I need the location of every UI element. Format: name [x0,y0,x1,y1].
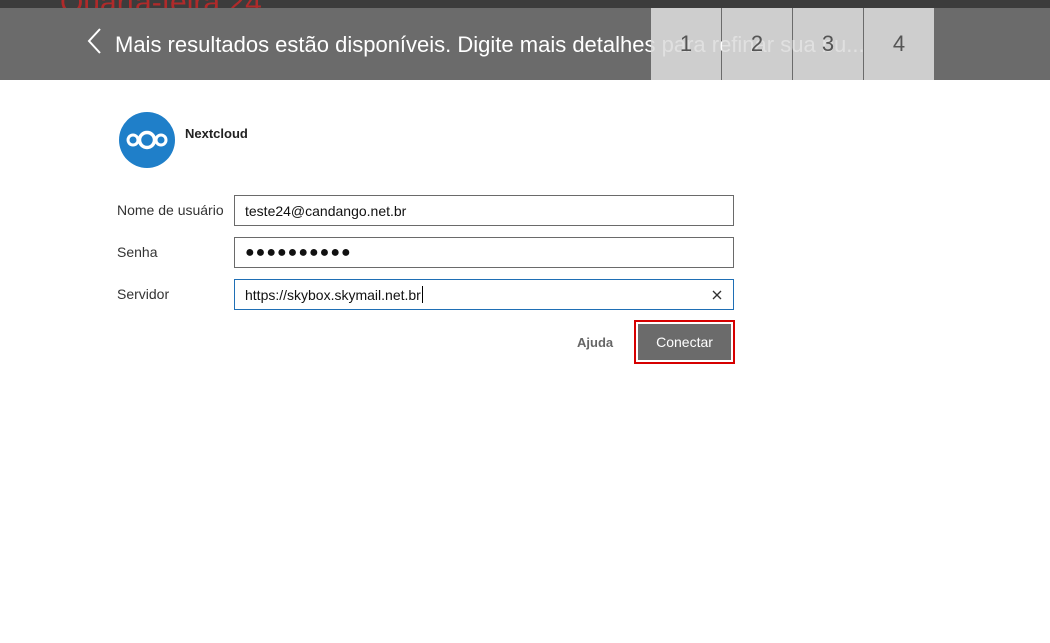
connect-button[interactable]: Conectar [638,324,731,360]
username-value: teste24@candango.net.br [245,202,407,219]
close-icon [712,290,722,300]
page-2-button[interactable]: 2 [722,8,792,80]
background-window-ghost-text: Quarta-feira 24 [60,0,262,8]
password-label: Senha [117,244,158,260]
chevron-left-icon [86,27,102,60]
text-caret [421,286,423,303]
connect-highlight: Conectar [634,320,735,364]
username-label: Nome de usuário [117,202,224,218]
background-window-strip: Quarta-feira 24 [0,0,1050,8]
server-value: https://skybox.skymail.net.br [245,286,421,303]
page-3-button[interactable]: 3 [793,8,863,80]
search-results-header: Mais resultados estão disponíveis. Digit… [0,8,1050,80]
help-link[interactable]: Ajuda [577,335,613,350]
account-brand: Nextcloud [119,112,248,168]
brand-name: Nextcloud [185,126,248,141]
nextcloud-logo-icon [126,130,168,150]
nextcloud-logo [119,112,175,168]
back-button[interactable] [80,26,108,60]
clear-button[interactable] [709,287,725,303]
password-value: ●●●●●●●●●● [245,243,352,261]
username-field[interactable]: teste24@candango.net.br [234,195,734,226]
page-1-button[interactable]: 1 [651,8,721,80]
password-field[interactable]: ●●●●●●●●●● [234,237,734,268]
server-field[interactable]: https://skybox.skymail.net.br [234,279,734,310]
page-4-button[interactable]: 4 [864,8,934,80]
pagination: 1 2 3 4 [651,8,934,80]
server-label: Servidor [117,286,170,302]
